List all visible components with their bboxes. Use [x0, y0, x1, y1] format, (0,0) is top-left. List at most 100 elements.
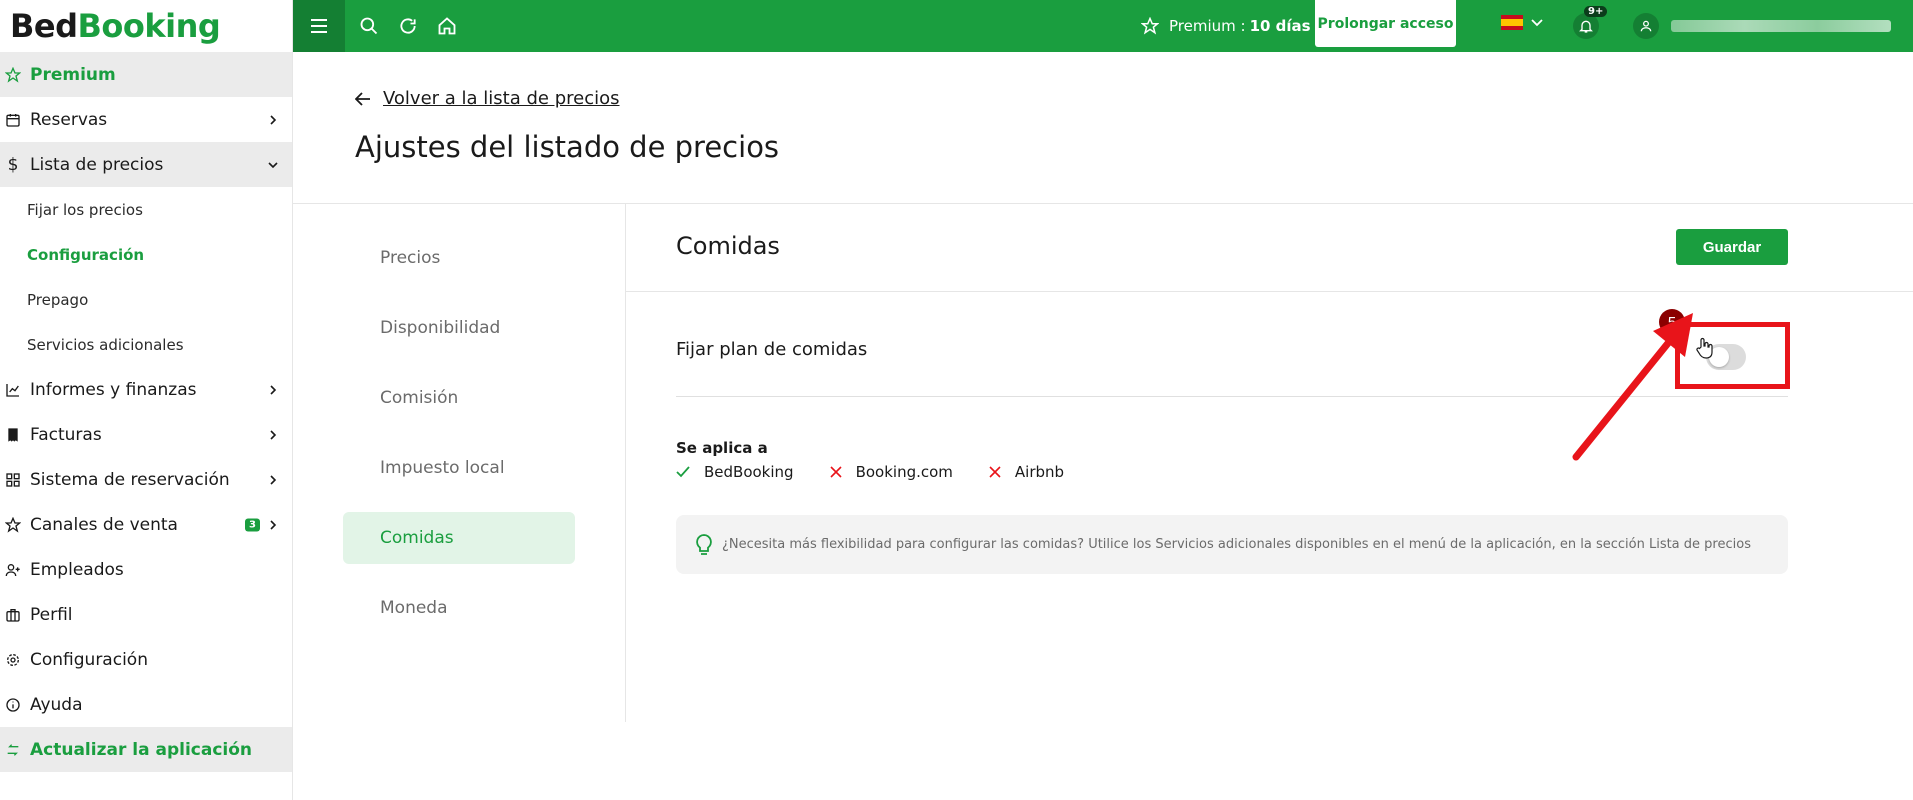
invoice-icon — [4, 426, 22, 444]
sidebar-subitem-fijar-precios[interactable]: Fijar los precios — [0, 187, 292, 232]
prolong-access-button[interactable]: Prolongar acceso — [1315, 0, 1456, 47]
premium-status[interactable]: Premium : 10 días — [1141, 0, 1311, 52]
refresh-icon — [4, 741, 22, 759]
sidebar-subitem-servicios-adicionales[interactable]: Servicios adicionales — [0, 322, 292, 367]
sidebar-item-label: Informes y finanzas — [30, 379, 197, 400]
tab-comidas[interactable]: Comidas — [343, 512, 575, 564]
cross-icon — [830, 466, 842, 478]
sidebar-item-premium[interactable]: Premium — [0, 52, 292, 97]
divider — [293, 203, 1913, 204]
chevron-right-icon — [268, 515, 278, 535]
meal-plan-label: Fijar plan de comidas — [676, 339, 868, 360]
sidebar-item-configuracion[interactable]: Configuración — [0, 637, 292, 682]
avatar — [1633, 13, 1659, 39]
top-bar: Premium : 10 días Prolongar acceso 9+ — [293, 0, 1913, 52]
check-icon — [676, 466, 690, 478]
sidebar-item-empleados[interactable]: Empleados — [0, 547, 292, 592]
arrow-left-icon — [355, 91, 370, 106]
refresh-button[interactable] — [393, 11, 423, 41]
star-icon — [4, 66, 22, 84]
channels-list: BedBooking Booking.com Airbnb — [676, 463, 1064, 481]
chevron-right-icon — [268, 470, 278, 490]
hamburger-menu-button[interactable] — [293, 0, 345, 52]
user-icon — [1640, 20, 1652, 32]
bell-icon — [1579, 20, 1593, 33]
sidebar-item-label: Canales de venta — [30, 514, 178, 535]
sidebar-item-informes[interactable]: Informes y finanzas — [0, 367, 292, 412]
sidebar-item-label: Actualizar la aplicación — [30, 739, 253, 760]
annotation-highlight-box — [1675, 322, 1790, 389]
cross-icon — [989, 466, 1001, 478]
channel-name: BedBooking — [704, 463, 794, 481]
chevron-right-icon — [268, 425, 278, 445]
calendar-icon — [4, 111, 22, 129]
info-icon — [4, 696, 22, 714]
main-content: Volver a la lista de precios Ajustes del… — [293, 52, 1913, 800]
tab-moneda[interactable]: Moneda — [343, 582, 575, 634]
channel-bedbooking: BedBooking — [676, 463, 794, 481]
star-icon — [1141, 17, 1159, 35]
page-title: Ajustes del listado de precios — [355, 130, 780, 164]
sidebar-subitem-configuracion[interactable]: Configuración — [0, 232, 292, 277]
premium-label: Premium : — [1169, 17, 1246, 35]
sidebar-item-label: Perfil — [30, 604, 73, 625]
sidebar-item-ayuda[interactable]: Ayuda — [0, 682, 292, 727]
settings-tabs: Precios Disponibilidad Comisión Impuesto… — [343, 232, 575, 652]
star-icon — [4, 516, 22, 534]
tab-impuesto-local[interactable]: Impuesto local — [343, 442, 575, 494]
notifications-count-badge: 9+ — [1584, 6, 1608, 17]
home-button[interactable] — [432, 11, 462, 41]
sidebar-item-label: Reservas — [30, 109, 108, 130]
logo-text-booking: Booking — [77, 7, 221, 45]
divider — [676, 396, 1788, 397]
logo-text-bed: Bed — [10, 7, 78, 45]
tip-text: ¿Necesita más flexibilidad para configur… — [722, 537, 1751, 552]
search-button[interactable] — [354, 11, 384, 41]
dollar-icon: $ — [7, 154, 19, 175]
briefcase-icon — [4, 606, 22, 624]
gear-icon — [4, 651, 22, 669]
app-logo[interactable]: Bed Booking — [0, 0, 292, 52]
channel-name: Booking.com — [855, 463, 953, 481]
tab-disponibilidad[interactable]: Disponibilidad — [343, 302, 575, 354]
sidebar-item-lista-de-precios[interactable]: $ Lista de precios — [0, 142, 292, 187]
refresh-icon — [400, 18, 416, 34]
language-selector[interactable] — [1501, 15, 1543, 30]
sidebar-item-label: Facturas — [30, 424, 102, 445]
back-link-label: Volver a la lista de precios — [383, 88, 620, 109]
sidebar-item-label: Ayuda — [30, 694, 83, 715]
step-number-badge: 5 — [1659, 309, 1685, 335]
lightbulb-icon — [696, 533, 712, 555]
chevron-down-icon — [1531, 18, 1543, 26]
save-button[interactable]: Guardar — [1676, 229, 1788, 265]
sidebar-item-canales-venta[interactable]: Canales de venta 3 — [0, 502, 292, 547]
tab-comision[interactable]: Comisión — [343, 372, 575, 424]
home-icon — [438, 17, 456, 35]
divider — [626, 291, 1913, 292]
back-to-price-list-link[interactable]: Volver a la lista de precios — [355, 88, 620, 109]
username-blurred — [1671, 20, 1891, 32]
channel-booking-com: Booking.com — [830, 463, 953, 481]
channel-airbnb: Airbnb — [989, 463, 1064, 481]
premium-days: 10 días — [1249, 17, 1311, 35]
chevron-down-icon — [268, 155, 278, 175]
sidebar-item-label: Configuración — [30, 649, 148, 670]
grid-icon — [4, 471, 22, 489]
sidebar-item-sistema-reservacion[interactable]: Sistema de reservación — [0, 457, 292, 502]
chevron-right-icon — [268, 110, 278, 130]
tip-box: ¿Necesita más flexibilidad para configur… — [676, 515, 1788, 574]
chart-icon — [4, 381, 22, 399]
hamburger-icon — [311, 19, 327, 33]
sidebar-subitem-prepago[interactable]: Prepago — [0, 277, 292, 322]
spain-flag-icon — [1501, 15, 1523, 30]
sidebar-item-perfil[interactable]: Perfil — [0, 592, 292, 637]
sidebar-item-reservas[interactable]: Reservas — [0, 97, 292, 142]
tab-precios[interactable]: Precios — [343, 232, 575, 284]
sidebar-item-label: Empleados — [30, 559, 124, 580]
sidebar-item-actualizar[interactable]: Actualizar la aplicación — [0, 727, 292, 772]
sidebar-item-label: Lista de precios — [30, 154, 164, 175]
sidebar-item-label: Premium — [30, 64, 116, 85]
vertical-divider — [625, 204, 626, 722]
user-menu[interactable] — [1633, 13, 1891, 39]
sidebar-item-facturas[interactable]: Facturas — [0, 412, 292, 457]
